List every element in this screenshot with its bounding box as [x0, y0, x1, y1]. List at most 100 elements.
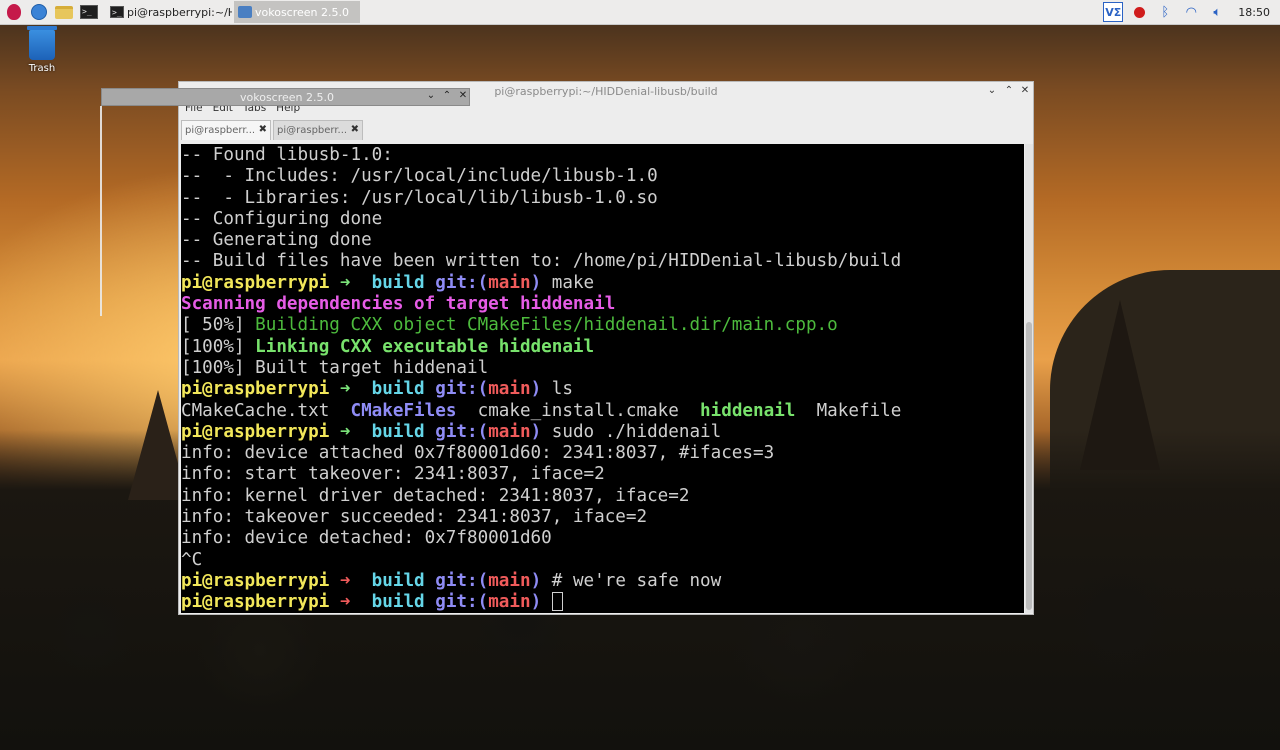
terminal-text: info: takeover succeeded: 2341:8037, ifa… [181, 507, 648, 528]
terminal-line: pi@raspberrypi ➜ build git:(main) sudo .… [181, 422, 1024, 443]
terminal-text: pi@raspberrypi [181, 272, 330, 293]
terminal-text: cmake_install.cmake [456, 400, 701, 421]
terminal-text: main [488, 379, 531, 400]
terminal-text: Building CXX object CMakeFiles/hiddenail… [255, 315, 838, 336]
background-temple [1080, 300, 1160, 470]
taskbar-task-vokoscreen[interactable]: vokoscreen 2.5.0 [234, 1, 360, 23]
trash-label: Trash [28, 63, 56, 74]
taskbar-task-label: vokoscreen 2.5.0 [255, 5, 349, 19]
trash-icon [27, 26, 57, 60]
volume-icon[interactable]: 🔈︎ [1206, 1, 1228, 23]
terminal-text: make [541, 272, 595, 293]
terminal-text: ) [530, 570, 542, 591]
terminal-text: -- Found libusb-1.0: [181, 145, 393, 165]
terminal-text: sudo ./hiddenail [541, 421, 722, 442]
taskbar-task-terminal[interactable]: >_ pi@raspberrypi:~/HID [106, 1, 232, 23]
browser-icon[interactable] [28, 1, 50, 23]
terminal-text: build [371, 421, 425, 442]
minimize-icon[interactable]: ⌄ [424, 90, 438, 101]
terminal-text: build [371, 272, 425, 293]
terminal-text: git:( [435, 272, 489, 293]
terminal-text: pi@raspberrypi [181, 592, 330, 613]
record-icon[interactable] [1128, 1, 1150, 23]
vokoscreen-icon [238, 6, 252, 18]
terminal-text: ls [541, 379, 573, 400]
terminal-text: build [371, 592, 425, 613]
vokoscreen-frame [100, 106, 102, 316]
terminal-line: info: device detached: 0x7f80001d60 [181, 528, 1024, 549]
terminal-text: hiddenail [700, 400, 796, 421]
terminal-text: [100%] Built target hiddenail [181, 357, 489, 378]
terminal-line: -- Configuring done [181, 209, 1024, 230]
terminal-line: -- - Includes: /usr/local/include/libusb… [181, 166, 1024, 187]
bluetooth-icon[interactable]: ᛒ [1154, 1, 1176, 23]
scrollbar-thumb[interactable] [1026, 322, 1032, 610]
terminal-text: [100%] [181, 336, 256, 357]
file-manager-icon[interactable] [53, 1, 75, 23]
terminal-text: git:( [435, 570, 489, 591]
maximize-icon[interactable]: ⌃ [440, 90, 454, 101]
wifi-icon[interactable]: ◠ [1180, 1, 1202, 23]
terminal-scrollbar[interactable] [1025, 144, 1033, 613]
terminal-line: -- Found libusb-1.0: [181, 145, 1024, 166]
tab-close-icon[interactable]: ✖ [351, 124, 359, 135]
terminal-text: -- Configuring done [181, 208, 383, 229]
terminal-tabs: pi@raspberr... ✖ pi@raspberr... ✖ [179, 116, 1033, 140]
tab-label: pi@raspberr... [185, 125, 256, 136]
terminal-tab-2[interactable]: pi@raspberr... ✖ [273, 120, 363, 140]
terminal-text: CMakeFiles [350, 400, 457, 421]
terminal-text: info: kernel driver detached: 2341:8037,… [181, 485, 690, 506]
terminal-text: main [488, 272, 531, 293]
maximize-icon[interactable]: ⌃ [1002, 85, 1016, 96]
vnc-icon[interactable]: VΣ [1102, 1, 1124, 23]
terminal-line: -- Build files have been written to: /ho… [181, 251, 1024, 272]
terminal-text: ➜ [329, 570, 372, 591]
terminal-screen[interactable]: -- Found libusb-1.0: -- - Includes: /usr/… [181, 144, 1024, 613]
close-icon[interactable]: ✕ [456, 90, 470, 101]
terminal-line: CMakeCache.txt CMakeFiles cmake_install.… [181, 401, 1024, 422]
vokoscreen-window[interactable]: vokoscreen 2.5.0 ⌄ ⌃ ✕ [101, 88, 470, 106]
terminal-text: -- - Libraries: /usr/local/lib/libusb-1.… [181, 187, 658, 208]
clock[interactable]: 18:50 [1238, 6, 1270, 19]
taskbar-task-label: pi@raspberrypi:~/HID [127, 5, 232, 19]
terminal-text: main [488, 421, 531, 442]
system-tray: VΣ ᛒ ◠ 🔈︎ 18:50 [1102, 0, 1280, 24]
terminal-text: git:( [435, 421, 489, 442]
terminal-line: -- - Libraries: /usr/local/lib/libusb-1.… [181, 188, 1024, 209]
terminal-text: [ 50%] [181, 315, 256, 336]
terminal-line: ^C [181, 550, 1024, 571]
terminal-text: ) [530, 421, 542, 442]
tab-close-icon[interactable]: ✖ [259, 124, 267, 135]
terminal-line: pi@raspberrypi ➜ build git:(main) # we'r… [181, 571, 1024, 592]
raspberry-menu-icon[interactable] [3, 1, 25, 23]
close-icon[interactable]: ✕ [1018, 85, 1032, 96]
terminal-text: build [371, 570, 425, 591]
terminal-text: ^C [181, 549, 203, 570]
terminal-launcher-icon[interactable]: >_ [78, 1, 100, 23]
terminal-text: info: start takeover: 2341:8037, iface=2 [181, 464, 605, 485]
vokoscreen-title: vokoscreen 2.5.0 [240, 91, 334, 104]
terminal-text: # we're safe now [541, 570, 722, 591]
terminal-icon: >_ [110, 6, 124, 18]
minimize-icon[interactable]: ⌄ [985, 85, 999, 96]
desktop-trash[interactable]: Trash [22, 26, 62, 74]
terminal-line: pi@raspberrypi ➜ build git:(main) [181, 592, 1024, 613]
terminal-line: info: takeover succeeded: 2341:8037, ifa… [181, 507, 1024, 528]
terminal-text: CMakeCache.txt [181, 400, 351, 421]
terminal-text: ) [530, 272, 542, 293]
terminal-text: main [488, 592, 531, 613]
terminal-window: pi@raspberrypi:~/HIDDenial-libusb/build … [178, 81, 1034, 615]
taskbar: >_ >_ pi@raspberrypi:~/HID vokoscreen 2.… [0, 0, 1280, 25]
terminal-output: -- Found libusb-1.0: -- - Includes: /usr/… [181, 145, 1024, 613]
terminal-text: ) [530, 379, 542, 400]
terminal-text: Linking CXX executable hiddenail [255, 336, 595, 357]
terminal-text: Makefile [795, 400, 902, 421]
terminal-tab-1[interactable]: pi@raspberr... ✖ [181, 120, 271, 140]
terminal-line: -- Generating done [181, 230, 1024, 251]
